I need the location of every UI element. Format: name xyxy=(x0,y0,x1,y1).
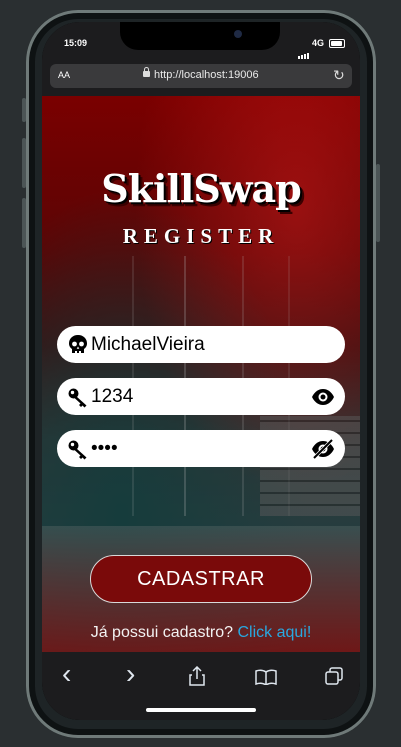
phone-screen: 15:09 4G AA http://localhost:19006 ↻ Ski… xyxy=(42,22,360,720)
back-icon[interactable]: ‹ xyxy=(62,660,71,688)
username-field[interactable] xyxy=(57,326,345,363)
login-prompt-text: Já possui cadastro? xyxy=(90,624,234,641)
password-field[interactable] xyxy=(57,378,345,415)
confirm-password-field[interactable] xyxy=(57,430,345,467)
key-icon xyxy=(68,440,87,460)
mute-switch xyxy=(22,98,26,122)
status-bar: 15:09 4G xyxy=(42,22,360,62)
notch xyxy=(120,22,280,50)
bookmarks-icon[interactable] xyxy=(255,669,277,685)
browser-address-area: AA http://localhost:19006 ↻ xyxy=(42,62,360,96)
reload-icon[interactable]: ↻ xyxy=(333,67,345,84)
username-input[interactable] xyxy=(91,332,301,357)
lock-icon xyxy=(143,67,150,77)
tabs-icon[interactable] xyxy=(325,667,343,685)
url-text[interactable]: http://localhost:19006 xyxy=(154,69,259,81)
share-icon[interactable] xyxy=(189,666,205,686)
camera-icon xyxy=(234,30,242,38)
address-bar[interactable]: AA http://localhost:19006 ↻ xyxy=(50,64,352,88)
confirm-password-input[interactable] xyxy=(91,436,301,461)
register-page: SkillSwap REGISTER MichaelVieira 1234 ••… xyxy=(42,96,360,652)
power-button xyxy=(376,164,380,242)
volume-down-button xyxy=(22,198,26,248)
network-type: 4G xyxy=(312,38,325,48)
forward-icon[interactable]: › xyxy=(126,660,135,688)
key-icon xyxy=(68,388,87,408)
home-indicator[interactable] xyxy=(146,708,256,712)
status-time: 15:09 xyxy=(64,38,88,48)
eye-slash-icon[interactable] xyxy=(311,439,335,459)
login-prompt: Já possui cadastro? Click aqui! xyxy=(42,624,360,642)
login-link[interactable]: Click aqui! xyxy=(237,624,311,641)
skull-icon xyxy=(69,335,87,353)
signal-icon xyxy=(298,41,310,59)
page-subtitle: REGISTER xyxy=(122,224,280,248)
text-size-button[interactable]: AA xyxy=(58,70,70,80)
app-logo: SkillSwap xyxy=(101,166,301,211)
eye-icon[interactable] xyxy=(311,387,335,407)
register-button[interactable]: CADASTRAR xyxy=(90,555,312,603)
battery-icon xyxy=(329,39,345,48)
volume-up-button xyxy=(22,138,26,188)
password-input[interactable] xyxy=(91,384,301,409)
browser-toolbar: ‹ › xyxy=(42,652,360,720)
